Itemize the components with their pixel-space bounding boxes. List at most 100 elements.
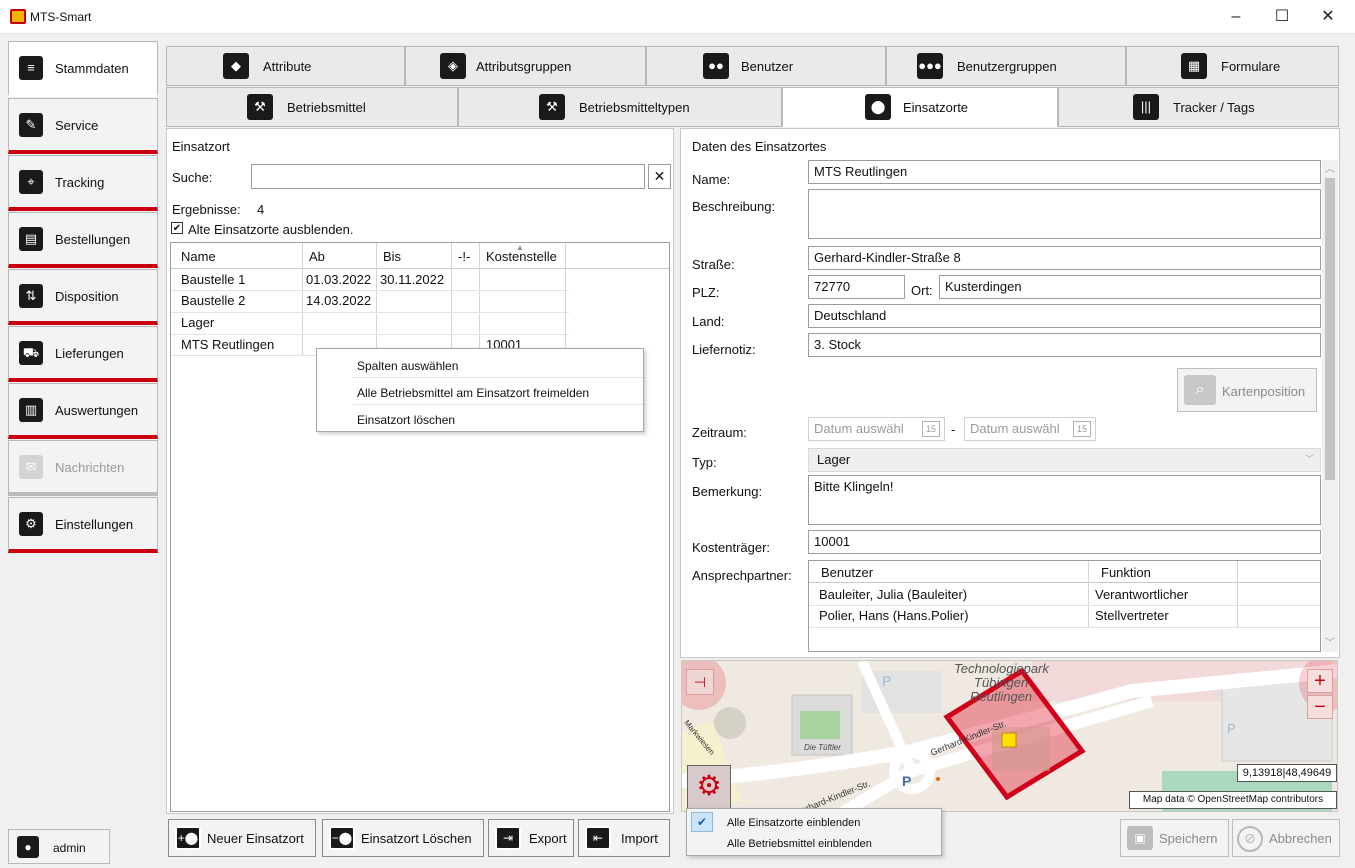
tab-betriebsmittel[interactable]: ⚒ Betriebsmittel [166,87,458,127]
sidebar-item-service[interactable]: ✎ Service [8,98,158,154]
menu-item-release-equipment[interactable]: Alle Betriebsmittel am Einsatzort freime… [357,386,589,400]
scrollbar-thumb[interactable] [1325,178,1335,480]
column-header-ab[interactable]: Ab [303,247,331,267]
hide-old-label: Alte Einsatzorte ausblenden. [188,222,354,237]
remark-input[interactable]: Bitte Klingeln! [808,475,1321,525]
tab-einsatzorte[interactable]: ⬤ Einsatzorte [782,87,1058,127]
map-settings-button[interactable]: ⚙ [687,765,731,809]
export-icon: ⇥ [495,826,521,850]
pin-map-button[interactable]: ⊣ [686,669,714,695]
import-button[interactable]: ⇤ Import [578,819,670,857]
column-header-benutzer[interactable]: Benutzer [815,563,879,583]
description-label: Beschreibung: [692,199,776,214]
sidebar-item-einstellungen[interactable]: ⚙ Einstellungen [8,497,158,553]
cost-carrier-input[interactable]: 10001 [808,530,1321,554]
type-select[interactable]: Lager ﹀ [808,448,1321,472]
tab-attribute[interactable]: ◆ Attribute [166,46,405,86]
contacts-header [809,561,1320,583]
scroll-up-icon[interactable]: ︿ [1322,160,1338,176]
zoom-in-button[interactable]: + [1307,669,1333,693]
table-row[interactable]: Baustelle 1 01.03.2022 30.11.2022 [171,270,669,290]
hide-old-checkbox[interactable]: ✔ [171,222,183,234]
table-row[interactable]: Baustelle 2 14.03.2022 [171,291,669,311]
delivery-note-input[interactable]: 3. Stock [808,333,1321,357]
sidebar-item-auswertungen[interactable]: ▥ Auswertungen [8,383,158,439]
table-header [171,243,669,269]
calendar-icon[interactable]: 15 [922,421,940,437]
country-input[interactable]: Deutschland [808,304,1321,328]
map-label: Reutlingen [970,689,1033,704]
sidebar-item-bestellungen[interactable]: ▤ Bestellungen [8,212,158,268]
clear-search-button[interactable]: ✕ [648,164,671,189]
sidebar-item-label: Auswertungen [55,403,139,418]
column-header-bis[interactable]: Bis [377,247,407,267]
user-name: admin [53,841,86,855]
menu-item-show-all-locations[interactable]: Alle Einsatzorte einblenden [727,817,860,829]
menu-item-select-columns[interactable]: Spalten auswählen [357,359,458,373]
table-row[interactable]: Lager [171,313,669,333]
map-position-button[interactable]: ⌕ Kartenposition [1177,368,1317,412]
save-icon: ▣ [1127,826,1153,850]
name-input[interactable]: MTS Reutlingen [808,160,1321,184]
app-logo-icon [10,9,26,24]
country-label: Land: [692,314,725,329]
export-button[interactable]: ⇥ Export [488,819,574,857]
cell-funktion: Verantwortlicher [1095,587,1189,602]
search-input[interactable] [251,164,645,189]
form-icon: ▦ [1181,53,1207,79]
menu-item-show-all-equipment[interactable]: Alle Betriebsmittel einblenden [727,838,872,850]
save-button[interactable]: ▣ Speichern [1120,819,1229,857]
tab-formulare[interactable]: ▦ Formulare [1126,46,1339,86]
tab-betriebsmitteltypen[interactable]: ⚒ Betriebsmitteltypen [458,87,782,127]
tags-icon: ◈ [440,53,466,79]
detail-scrollbar[interactable]: ︿ ﹀ [1322,160,1338,652]
map-view[interactable]: Technologiepark Tübingen Reutlingen Gerh… [681,660,1338,812]
search-label: Suche: [172,170,213,185]
close-window-button[interactable]: ✕ [1305,0,1351,34]
street-label: Straße: [692,257,735,272]
cancel-button[interactable]: ⊘ Abbrechen [1232,819,1340,857]
minimize-button[interactable]: – [1213,0,1259,34]
table-row[interactable]: Bauleiter, Julia (Bauleiter) Verantwortl… [809,585,1320,605]
city-input[interactable]: Kusterdingen [939,275,1321,299]
tab-label: Betriebsmittel [287,100,366,115]
new-location-button[interactable]: +⬤ Neuer Einsatzort [168,819,316,857]
tab-label: Benutzer [741,59,794,74]
sidebar-item-tracking[interactable]: ⌖ Tracking [8,155,158,211]
sidebar-item-stammdaten[interactable]: ≡ Stammdaten [8,41,158,97]
disposition-icon: ⇅ [19,284,43,308]
list-icon: ≡ [19,56,43,80]
street-input[interactable]: Gerhard-Kindler-Straße 8 [808,246,1321,270]
cell-name: MTS Reutlingen [181,337,275,352]
end-date-picker[interactable]: Datum auswähl 15 [964,417,1096,441]
sidebar-item-label: Disposition [55,289,119,304]
tab-benutzergruppen[interactable]: ●●● Benutzergruppen [886,46,1126,86]
start-date-picker[interactable]: Datum auswähl 15 [808,417,945,441]
location-pin-icon: ⬤ [865,94,891,120]
user-group-icon: ●●● [917,53,943,79]
sidebar-item-disposition[interactable]: ⇅ Disposition [8,269,158,325]
zoom-out-button[interactable]: − [1307,695,1333,719]
table-row[interactable]: Polier, Hans (Hans.Polier) Stellvertrete… [809,606,1320,626]
column-header-flag[interactable]: -!- [452,247,476,267]
cell-name: Baustelle 2 [181,293,246,308]
scroll-down-icon[interactable]: ﹀ [1322,634,1338,650]
sidebar-item-lieferungen[interactable]: ⛟ Lieferungen [8,326,158,382]
tab-attributsgruppen[interactable]: ◈ Attributsgruppen [405,46,646,86]
tab-label: Betriebsmitteltypen [579,100,690,115]
zip-input[interactable]: 72770 [808,275,905,299]
window-title: MTS-Smart [30,10,92,24]
description-input[interactable] [808,189,1321,239]
menu-item-delete-location[interactable]: Einsatzort löschen [357,413,455,427]
calendar-icon[interactable]: 15 [1073,421,1091,437]
tab-benutzer[interactable]: ●● Benutzer [646,46,886,86]
remark-label: Bemerkung: [692,484,763,499]
sidebar-item-label: Lieferungen [55,346,124,361]
button-label: Kartenposition [1222,384,1306,399]
tab-tracker-tags[interactable]: ||| Tracker / Tags [1058,87,1339,127]
delete-location-button[interactable]: −⬤ Einsatzort Löschen [322,819,484,857]
maximize-button[interactable]: ☐ [1259,0,1305,34]
user-button[interactable]: ● admin [8,829,110,864]
column-header-name[interactable]: Name [175,247,222,267]
column-header-funktion[interactable]: Funktion [1095,563,1157,583]
